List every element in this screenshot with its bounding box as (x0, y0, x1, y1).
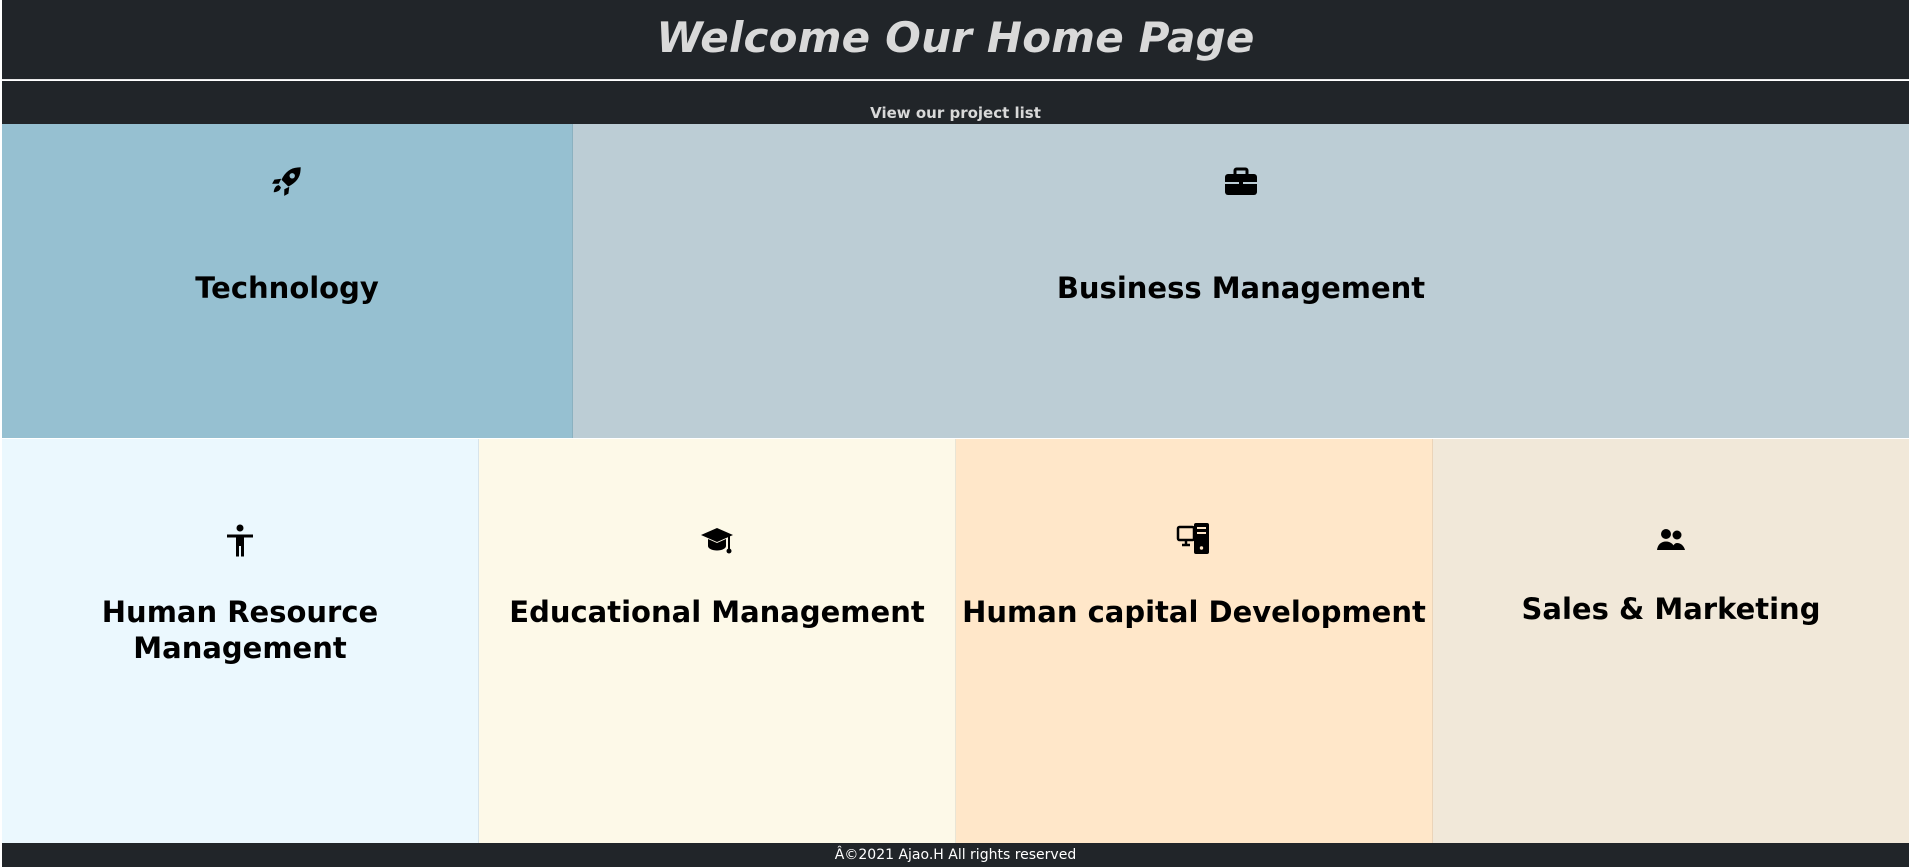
category-title-educational-management: Educational Management (509, 595, 925, 629)
category-title-business-management: Business Management (1056, 271, 1426, 305)
category-title-technology: Technology (195, 271, 379, 305)
category-tile-business-management[interactable]: Business Management (573, 124, 1909, 438)
category-tile-sales-marketing[interactable]: Sales & Marketing (1433, 439, 1909, 843)
category-row: Human Resource Management Educational Ma… (2, 439, 1909, 843)
graduation-cap-icon (479, 525, 955, 555)
devices-icon (956, 522, 1432, 556)
page-title: Welcome Our Home Page (656, 13, 1255, 62)
briefcase-icon (573, 166, 1909, 196)
category-tile-human-resource-management[interactable]: Human Resource Management (2, 439, 479, 843)
category-title-sales-marketing: Sales & Marketing (1521, 592, 1821, 626)
category-title-human-capital-development: Human capital Development (962, 595, 1426, 629)
rocket-icon (2, 164, 572, 198)
site-header: Welcome Our Home Page (2, 0, 1909, 80)
category-tile-educational-management[interactable]: Educational Management (479, 439, 956, 843)
category-title-human-resource-management: Human Resource Management (101, 595, 379, 665)
project-navigation: View our project list (2, 81, 1909, 124)
view-project-list-link[interactable]: View our project list (2, 104, 1909, 122)
category-tile-human-capital-development[interactable]: Human capital Development (956, 439, 1433, 843)
people-icon (1433, 527, 1909, 553)
site-footer: Â©2021 Ajao.H All rights reserved (2, 843, 1909, 867)
person-icon (2, 524, 478, 558)
category-tile-technology[interactable]: Technology (2, 124, 573, 438)
home-page: Welcome Our Home Page View our project l… (0, 0, 1911, 867)
featured-category-row: Technology Business Management (2, 124, 1909, 438)
